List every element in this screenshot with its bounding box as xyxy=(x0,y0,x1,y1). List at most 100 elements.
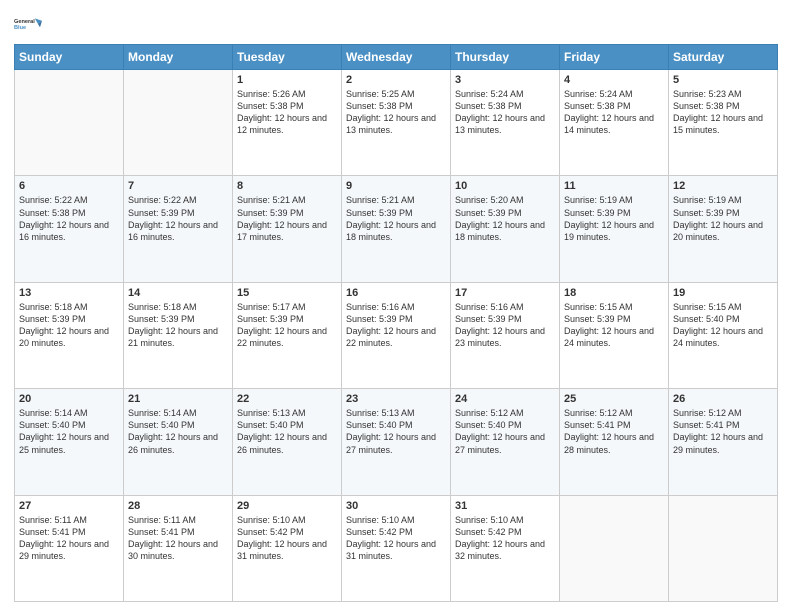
day-number: 10 xyxy=(455,180,555,192)
calendar-header-row: SundayMondayTuesdayWednesdayThursdayFrid… xyxy=(15,45,778,70)
day-header-monday: Monday xyxy=(124,45,233,70)
calendar-cell: 15 Sunrise: 5:17 AMSunset: 5:39 PMDayligh… xyxy=(233,282,342,388)
calendar-cell xyxy=(560,495,669,601)
calendar-cell: 22 Sunrise: 5:13 AMSunset: 5:40 PMDayligh… xyxy=(233,389,342,495)
calendar-cell xyxy=(669,495,778,601)
calendar-cell: 20 Sunrise: 5:14 AMSunset: 5:40 PMDayligh… xyxy=(15,389,124,495)
svg-text:Blue: Blue xyxy=(14,25,26,31)
day-info: Sunrise: 5:21 AMSunset: 5:39 PMDaylight:… xyxy=(237,194,337,243)
day-header-thursday: Thursday xyxy=(451,45,560,70)
day-info: Sunrise: 5:10 AMSunset: 5:42 PMDaylight:… xyxy=(455,514,555,563)
calendar-cell: 29 Sunrise: 5:10 AMSunset: 5:42 PMDayligh… xyxy=(233,495,342,601)
calendar-cell: 6 Sunrise: 5:22 AMSunset: 5:38 PMDaylight… xyxy=(15,176,124,282)
page-header: GeneralBlue xyxy=(14,10,778,38)
day-info: Sunrise: 5:12 AMSunset: 5:41 PMDaylight:… xyxy=(564,407,664,456)
day-info: Sunrise: 5:16 AMSunset: 5:39 PMDaylight:… xyxy=(455,301,555,350)
calendar-cell: 30 Sunrise: 5:10 AMSunset: 5:42 PMDayligh… xyxy=(342,495,451,601)
day-info: Sunrise: 5:15 AMSunset: 5:39 PMDaylight:… xyxy=(564,301,664,350)
calendar-cell: 9 Sunrise: 5:21 AMSunset: 5:39 PMDaylight… xyxy=(342,176,451,282)
logo-icon: GeneralBlue xyxy=(14,10,42,38)
calendar-week-1: 1Sunrise: 5:26 AMSunset: 5:38 PMDaylight… xyxy=(15,70,778,176)
day-info: Sunrise: 5:23 AMSunset: 5:38 PMDaylight:… xyxy=(673,88,773,137)
day-header-saturday: Saturday xyxy=(669,45,778,70)
day-info: Sunrise: 5:17 AMSunset: 5:39 PMDaylight:… xyxy=(237,301,337,350)
calendar-week-2: 6 Sunrise: 5:22 AMSunset: 5:38 PMDaylight… xyxy=(15,176,778,282)
day-number: 12 xyxy=(673,180,773,192)
calendar-cell: 18 Sunrise: 5:15 AMSunset: 5:39 PMDayligh… xyxy=(560,282,669,388)
day-info: Sunrise: 5:18 AMSunset: 5:39 PMDaylight:… xyxy=(19,301,119,350)
calendar-cell: 19Sunrise: 5:15 AMSunset: 5:40 PMDayligh… xyxy=(669,282,778,388)
day-header-friday: Friday xyxy=(560,45,669,70)
calendar-cell: 1Sunrise: 5:26 AMSunset: 5:38 PMDaylight… xyxy=(233,70,342,176)
calendar-cell: 27Sunrise: 5:11 AMSunset: 5:41 PMDayligh… xyxy=(15,495,124,601)
calendar-cell: 28Sunrise: 5:11 AMSunset: 5:41 PMDayligh… xyxy=(124,495,233,601)
day-number: 5 xyxy=(673,74,773,86)
day-info: Sunrise: 5:15 AMSunset: 5:40 PMDaylight:… xyxy=(673,301,773,350)
day-info: Sunrise: 5:24 AMSunset: 5:38 PMDaylight:… xyxy=(564,88,664,137)
calendar-cell: 4 Sunrise: 5:24 AMSunset: 5:38 PMDaylight… xyxy=(560,70,669,176)
calendar-cell: 31 Sunrise: 5:10 AMSunset: 5:42 PMDayligh… xyxy=(451,495,560,601)
calendar-cell: 8 Sunrise: 5:21 AMSunset: 5:39 PMDaylight… xyxy=(233,176,342,282)
calendar-cell: 21 Sunrise: 5:14 AMSunset: 5:40 PMDayligh… xyxy=(124,389,233,495)
calendar-cell: 17Sunrise: 5:16 AMSunset: 5:39 PMDayligh… xyxy=(451,282,560,388)
day-number: 7 xyxy=(128,180,228,192)
day-number: 25 xyxy=(564,393,664,405)
day-info: Sunrise: 5:13 AMSunset: 5:40 PMDaylight:… xyxy=(346,407,446,456)
calendar-table: SundayMondayTuesdayWednesdayThursdayFrid… xyxy=(14,44,778,602)
calendar-cell: 14 Sunrise: 5:18 AMSunset: 5:39 PMDayligh… xyxy=(124,282,233,388)
calendar-week-3: 13 Sunrise: 5:18 AMSunset: 5:39 PMDayligh… xyxy=(15,282,778,388)
day-number: 29 xyxy=(237,500,337,512)
calendar-cell: 23 Sunrise: 5:13 AMSunset: 5:40 PMDayligh… xyxy=(342,389,451,495)
day-info: Sunrise: 5:12 AMSunset: 5:41 PMDaylight:… xyxy=(673,407,773,456)
calendar-cell: 12 Sunrise: 5:19 AMSunset: 5:39 PMDayligh… xyxy=(669,176,778,282)
calendar-cell: 25 Sunrise: 5:12 AMSunset: 5:41 PMDayligh… xyxy=(560,389,669,495)
day-info: Sunrise: 5:10 AMSunset: 5:42 PMDaylight:… xyxy=(346,514,446,563)
calendar-cell xyxy=(15,70,124,176)
day-number: 8 xyxy=(237,180,337,192)
day-number: 31 xyxy=(455,500,555,512)
day-info: Sunrise: 5:16 AMSunset: 5:39 PMDaylight:… xyxy=(346,301,446,350)
calendar-cell: 10 Sunrise: 5:20 AMSunset: 5:39 PMDayligh… xyxy=(451,176,560,282)
day-info: Sunrise: 5:22 AMSunset: 5:39 PMDaylight:… xyxy=(128,194,228,243)
day-number: 4 xyxy=(564,74,664,86)
day-number: 18 xyxy=(564,287,664,299)
day-number: 22 xyxy=(237,393,337,405)
day-info: Sunrise: 5:20 AMSunset: 5:39 PMDaylight:… xyxy=(455,194,555,243)
day-info: Sunrise: 5:14 AMSunset: 5:40 PMDaylight:… xyxy=(128,407,228,456)
day-number: 9 xyxy=(346,180,446,192)
day-number: 11 xyxy=(564,180,664,192)
day-number: 21 xyxy=(128,393,228,405)
day-header-wednesday: Wednesday xyxy=(342,45,451,70)
day-number: 13 xyxy=(19,287,119,299)
calendar-cell: 16 Sunrise: 5:16 AMSunset: 5:39 PMDayligh… xyxy=(342,282,451,388)
day-info: Sunrise: 5:19 AMSunset: 5:39 PMDaylight:… xyxy=(673,194,773,243)
calendar-cell: 3Sunrise: 5:24 AMSunset: 5:38 PMDaylight… xyxy=(451,70,560,176)
day-info: Sunrise: 5:18 AMSunset: 5:39 PMDaylight:… xyxy=(128,301,228,350)
day-number: 23 xyxy=(346,393,446,405)
calendar-cell: 13 Sunrise: 5:18 AMSunset: 5:39 PMDayligh… xyxy=(15,282,124,388)
calendar-cell: 5 Sunrise: 5:23 AMSunset: 5:38 PMDaylight… xyxy=(669,70,778,176)
day-number: 28 xyxy=(128,500,228,512)
day-info: Sunrise: 5:22 AMSunset: 5:38 PMDaylight:… xyxy=(19,194,119,243)
calendar-cell: 7 Sunrise: 5:22 AMSunset: 5:39 PMDaylight… xyxy=(124,176,233,282)
day-number: 30 xyxy=(346,500,446,512)
day-number: 14 xyxy=(128,287,228,299)
day-number: 1 xyxy=(237,74,337,86)
day-info: Sunrise: 5:24 AMSunset: 5:38 PMDaylight:… xyxy=(455,88,555,137)
day-info: Sunrise: 5:11 AMSunset: 5:41 PMDaylight:… xyxy=(19,514,119,563)
day-number: 20 xyxy=(19,393,119,405)
day-info: Sunrise: 5:21 AMSunset: 5:39 PMDaylight:… xyxy=(346,194,446,243)
day-header-tuesday: Tuesday xyxy=(233,45,342,70)
day-info: Sunrise: 5:12 AMSunset: 5:40 PMDaylight:… xyxy=(455,407,555,456)
calendar-cell: 11 Sunrise: 5:19 AMSunset: 5:39 PMDayligh… xyxy=(560,176,669,282)
day-info: Sunrise: 5:19 AMSunset: 5:39 PMDaylight:… xyxy=(564,194,664,243)
logo: GeneralBlue xyxy=(14,10,42,38)
day-number: 16 xyxy=(346,287,446,299)
day-number: 6 xyxy=(19,180,119,192)
day-info: Sunrise: 5:14 AMSunset: 5:40 PMDaylight:… xyxy=(19,407,119,456)
day-info: Sunrise: 5:13 AMSunset: 5:40 PMDaylight:… xyxy=(237,407,337,456)
day-number: 15 xyxy=(237,287,337,299)
calendar-week-5: 27Sunrise: 5:11 AMSunset: 5:41 PMDayligh… xyxy=(15,495,778,601)
day-info: Sunrise: 5:10 AMSunset: 5:42 PMDaylight:… xyxy=(237,514,337,563)
day-number: 2 xyxy=(346,74,446,86)
